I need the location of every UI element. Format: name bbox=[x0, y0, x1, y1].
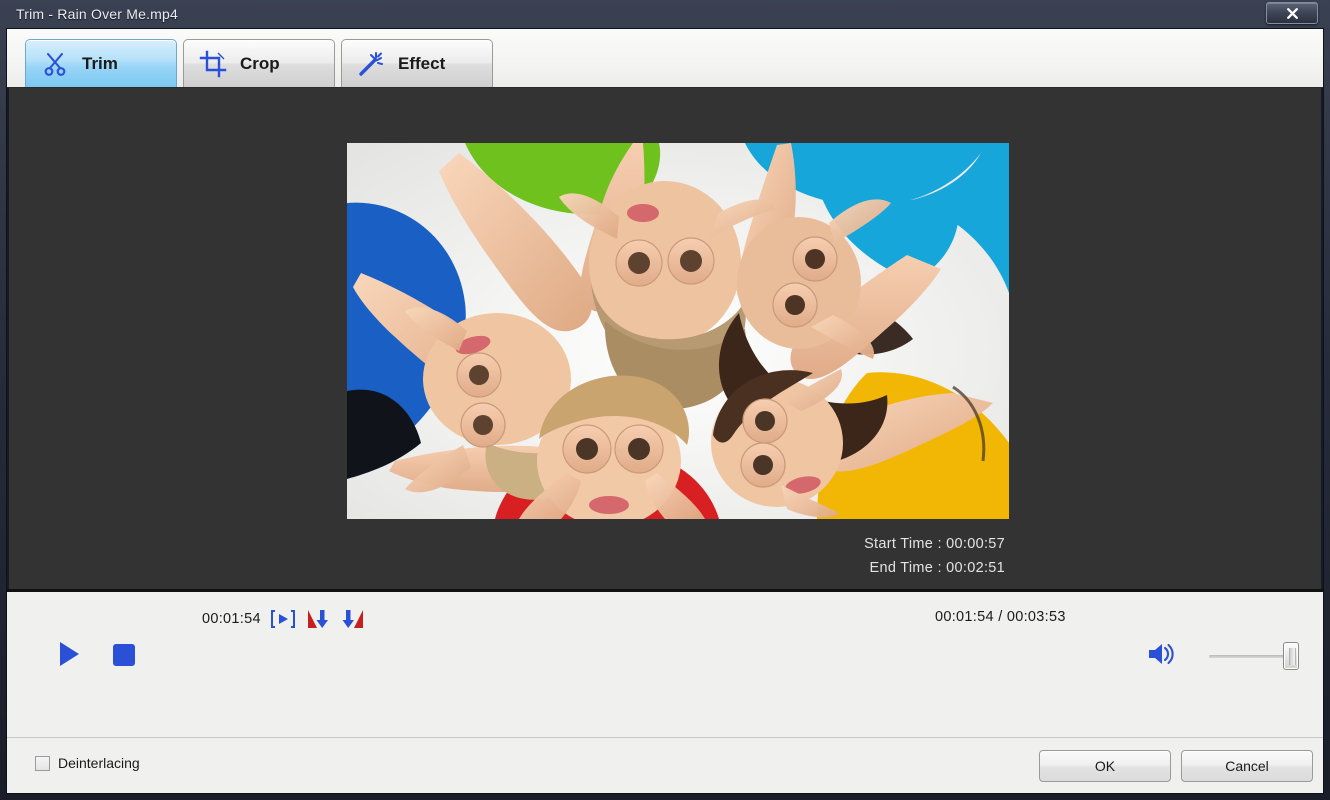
magic-wand-icon bbox=[356, 49, 386, 79]
volume-slider[interactable] bbox=[1207, 640, 1299, 672]
end-time-row: End Time : 00:02:51 bbox=[864, 556, 1005, 580]
crop-frame-icon bbox=[198, 49, 228, 79]
tab-crop[interactable]: Crop bbox=[183, 39, 335, 87]
trim-time-readout: Start Time : 00:00:57 End Time : 00:02:5… bbox=[864, 532, 1005, 580]
window-title: Trim - Rain Over Me.mp4 bbox=[16, 6, 178, 22]
video-preview-image[interactable] bbox=[347, 143, 1009, 519]
mark-out-icon[interactable] bbox=[340, 609, 366, 629]
stop-icon bbox=[112, 643, 136, 672]
dialog-bottom-bar: Deinterlacing OK Cancel bbox=[7, 737, 1323, 792]
time-separator: / bbox=[998, 609, 1003, 625]
deinterlacing-label: Deinterlacing bbox=[58, 755, 140, 771]
ok-button[interactable]: OK bbox=[1039, 750, 1171, 782]
video-preview-panel: Reset Start Time : 00:00:57 End Time : 0… bbox=[7, 88, 1323, 681]
marker-time-value: 00:01:54 bbox=[202, 611, 261, 627]
marker-toolbar: 00:01:54 bbox=[202, 609, 366, 629]
trim-dialog-window: Trim - Rain Over Me.mp4 Trim Crop Effect… bbox=[0, 0, 1330, 800]
end-time-label: End Time : bbox=[869, 560, 942, 576]
tab-trim[interactable]: Trim bbox=[25, 39, 177, 87]
title-bar: Trim - Rain Over Me.mp4 bbox=[6, 0, 1324, 28]
total-time-value: 00:03:53 bbox=[1006, 609, 1066, 625]
end-time-value: 00:02:51 bbox=[946, 560, 1005, 576]
stop-button[interactable] bbox=[111, 643, 137, 672]
volume-thumb[interactable] bbox=[1283, 642, 1299, 670]
preview-photo bbox=[347, 143, 1009, 519]
deinterlacing-checkbox-row[interactable]: Deinterlacing bbox=[35, 755, 140, 771]
close-button[interactable] bbox=[1266, 2, 1318, 24]
tab-trim-label: Trim bbox=[82, 53, 118, 73]
deinterlacing-checkbox[interactable] bbox=[35, 755, 50, 771]
cancel-button[interactable]: Cancel bbox=[1181, 750, 1313, 782]
mark-in-icon[interactable] bbox=[305, 609, 331, 629]
volume-track bbox=[1209, 655, 1287, 658]
speaker-icon bbox=[1147, 641, 1175, 672]
scissors-icon bbox=[40, 49, 70, 79]
tab-effect[interactable]: Effect bbox=[341, 39, 493, 87]
start-time-row: Start Time : 00:00:57 bbox=[864, 532, 1005, 556]
tab-crop-label: Crop bbox=[240, 53, 280, 73]
play-button[interactable] bbox=[55, 641, 83, 671]
play-icon bbox=[57, 640, 81, 673]
tab-strip: Trim Crop Effect bbox=[7, 29, 1323, 88]
close-x-icon bbox=[1286, 7, 1299, 20]
start-time-value: 00:00:57 bbox=[946, 536, 1005, 552]
tab-effect-label: Effect bbox=[398, 53, 446, 73]
start-time-label: Start Time : bbox=[864, 536, 942, 552]
volume-button[interactable] bbox=[1146, 642, 1176, 670]
bracket-play-icon[interactable] bbox=[270, 610, 296, 628]
transport-controls-bar: 00:01:54 00:01:54 / 00:03:53 bbox=[7, 589, 1323, 737]
playback-time-readout: 00:01:54 / 00:03:53 bbox=[935, 609, 1066, 625]
current-time-value: 00:01:54 bbox=[935, 609, 994, 625]
dialog-client-area: Trim Crop Effect Start Time: 00:00:57 E… bbox=[6, 28, 1324, 794]
